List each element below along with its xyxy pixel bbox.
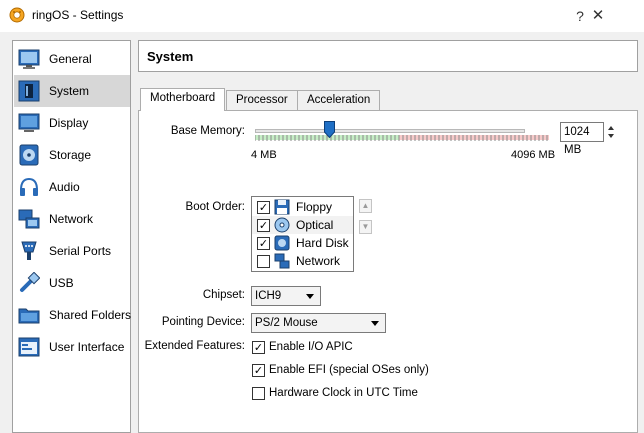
- motherboard-panel: Base Memory: 1024 MB 4 MB 4096 MB Boot O…: [138, 110, 638, 433]
- boot-network-checkbox[interactable]: [257, 254, 270, 268]
- enable-efi-option[interactable]: ✓ Enable EFI (special OSes only): [252, 362, 429, 378]
- boot-order-list[interactable]: ✓ Floppy ✓ Optical ✓ Hard Disk Network: [251, 196, 354, 272]
- user-interface-icon: [18, 337, 40, 357]
- sidebar-item-label: Shared Folders: [49, 308, 132, 322]
- enable-io-apic-option[interactable]: ✓ Enable I/O APIC: [252, 339, 353, 355]
- memory-value-input[interactable]: 1024 MB: [560, 122, 604, 156]
- hard-disk-icon: [274, 235, 290, 251]
- memory-spinner[interactable]: [605, 122, 617, 142]
- sidebar-item-label: Serial Ports: [49, 244, 112, 258]
- chipset-label: Chipset:: [202, 289, 245, 301]
- sidebar-item-audio[interactable]: Audio: [14, 171, 130, 203]
- page-title: System: [147, 49, 194, 64]
- memory-slider-ticks: [255, 135, 548, 141]
- boot-item-label: Floppy: [296, 200, 333, 214]
- sidebar-item-storage[interactable]: Storage: [14, 139, 130, 171]
- usb-icon: [20, 272, 40, 292]
- utc-clock-option[interactable]: Hardware Clock in UTC Time: [252, 385, 418, 401]
- page-header: System: [138, 40, 638, 72]
- enable-efi-checkbox[interactable]: ✓: [252, 363, 265, 377]
- audio-icon: [20, 177, 38, 196]
- shared-folders-icon: [18, 308, 40, 324]
- chipset-select[interactable]: ICH9: [251, 286, 321, 306]
- virtualbox-logo-icon: [9, 7, 25, 23]
- close-button[interactable]: ✕: [587, 6, 609, 26]
- memory-max-label: 4096 MB: [511, 149, 556, 161]
- move-down-button[interactable]: ▼: [359, 220, 372, 234]
- display-icon: [18, 113, 40, 132]
- chipset-value: ICH9: [255, 290, 282, 302]
- pointing-device-label: Pointing Device:: [161, 316, 245, 328]
- memory-min-label: 4 MB: [251, 149, 277, 161]
- boot-item-label: Hard Disk: [296, 236, 349, 250]
- serial-ports-icon: [21, 241, 37, 260]
- boot-hard-disk-checkbox[interactable]: ✓: [257, 236, 270, 250]
- sidebar-item-network[interactable]: Network: [14, 203, 130, 235]
- network-icon: [18, 209, 40, 229]
- general-icon: [18, 49, 40, 69]
- sidebar-item-label: Audio: [49, 180, 80, 194]
- sidebar-item-general[interactable]: General: [14, 43, 130, 75]
- boot-item-floppy[interactable]: ✓ Floppy: [252, 198, 353, 216]
- feature-label: Enable I/O APIC: [269, 341, 353, 353]
- sidebar-item-label: General: [49, 52, 92, 66]
- boot-order-label: Boot Order:: [185, 201, 245, 213]
- boot-item-optical[interactable]: ✓ Optical: [252, 216, 353, 234]
- sidebar-item-label: Storage: [49, 148, 92, 162]
- boot-floppy-checkbox[interactable]: ✓: [257, 200, 270, 214]
- memory-slider-track[interactable]: [255, 129, 525, 133]
- sidebar-item-label: Network: [49, 212, 94, 226]
- network-icon: [274, 253, 290, 269]
- system-icon: [18, 80, 40, 102]
- storage-icon: [19, 144, 39, 166]
- settings-sidebar: General System Display Storage Audio Net…: [12, 40, 131, 433]
- enable-io-apic-checkbox[interactable]: ✓: [252, 340, 265, 354]
- extended-features-label: Extended Features:: [144, 340, 245, 352]
- sidebar-item-label: User Interface: [49, 340, 125, 354]
- pointing-device-select[interactable]: PS/2 Mouse: [251, 313, 386, 333]
- tab-processor[interactable]: Processor: [226, 90, 298, 110]
- boot-item-label: Optical: [296, 218, 334, 232]
- boot-optical-checkbox[interactable]: ✓: [257, 218, 270, 232]
- window-body: General System Display Storage Audio Net…: [0, 32, 644, 433]
- boot-item-network[interactable]: Network: [252, 252, 353, 270]
- sidebar-item-user-interface[interactable]: User Interface: [14, 331, 130, 363]
- sidebar-item-shared-folders[interactable]: Shared Folders: [14, 299, 132, 331]
- title-bar: ringOS - Settings ? ✕: [0, 0, 644, 32]
- base-memory-label: Base Memory:: [170, 125, 245, 137]
- tab-motherboard[interactable]: Motherboard: [140, 88, 226, 111]
- chevron-down-icon: [306, 294, 314, 299]
- floppy-icon: [274, 199, 290, 215]
- memory-slider-thumb[interactable]: [324, 121, 335, 138]
- chevron-down-icon: [371, 321, 379, 326]
- optical-icon: [274, 217, 290, 233]
- sidebar-item-label: Display: [49, 116, 89, 130]
- move-up-button[interactable]: ▲: [359, 199, 372, 213]
- sidebar-item-system[interactable]: System: [14, 75, 130, 107]
- feature-label: Hardware Clock in UTC Time: [269, 387, 418, 399]
- boot-item-label: Network: [296, 254, 341, 268]
- sidebar-item-serial-ports[interactable]: Serial Ports: [14, 235, 130, 267]
- settings-content: System Motherboard Processor Acceleratio…: [138, 40, 638, 433]
- sidebar-item-usb[interactable]: USB: [14, 267, 130, 299]
- boot-item-hard-disk[interactable]: ✓ Hard Disk: [252, 234, 353, 252]
- window-title: ringOS - Settings: [32, 8, 124, 22]
- pointing-device-value: PS/2 Mouse: [255, 317, 318, 329]
- sidebar-item-label: System: [49, 84, 90, 98]
- sidebar-item-label: USB: [49, 276, 74, 290]
- utc-clock-checkbox[interactable]: [252, 386, 265, 400]
- feature-label: Enable EFI (special OSes only): [269, 364, 429, 376]
- tab-acceleration[interactable]: Acceleration: [297, 90, 381, 110]
- sidebar-item-display[interactable]: Display: [14, 107, 130, 139]
